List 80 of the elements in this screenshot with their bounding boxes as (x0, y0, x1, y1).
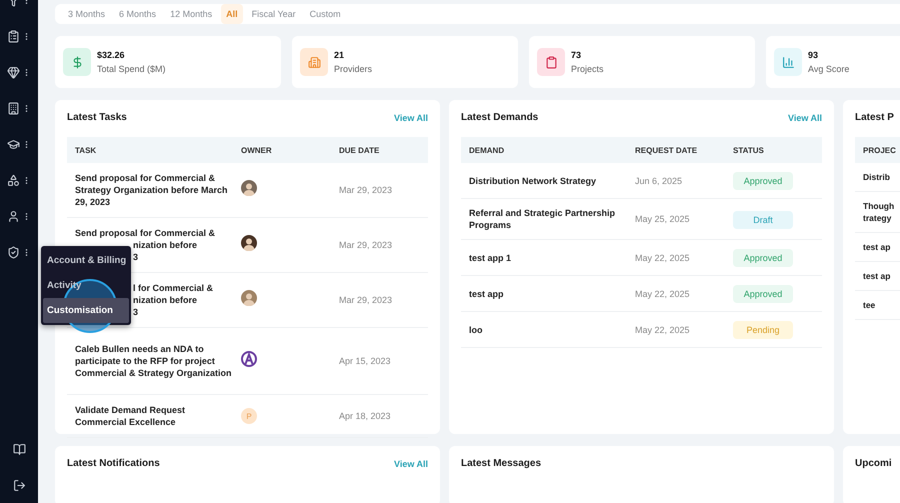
stat-value: $32.26 (97, 50, 126, 60)
request-date: Jun 6, 2025 (635, 176, 684, 186)
panel-title: Latest Messages (461, 458, 542, 469)
due-date: Mar 29, 2023 (339, 240, 394, 250)
logout-icon[interactable] (12, 478, 26, 492)
status-badge: Pending (733, 321, 793, 339)
status-badge: Approved (733, 249, 793, 267)
task-text: l for Commercial & (133, 282, 214, 294)
request-date: May 22, 2025 (635, 252, 691, 262)
building-icon[interactable] (7, 102, 20, 114)
column-header: TASK (75, 146, 98, 154)
task-text: nization before (133, 294, 198, 306)
column-header: PROJEC (863, 146, 897, 154)
column-header: STATUS (733, 146, 765, 154)
period-tab[interactable]: 6 Months (114, 4, 162, 24)
column-header: DUE DATE (339, 146, 380, 154)
project-cell-text: test ap (863, 241, 892, 253)
shield-icon[interactable] (7, 246, 20, 258)
demand-cell-text: test app (469, 288, 505, 300)
request-date: May 22, 2025 (635, 288, 691, 298)
project-cell-text: test ap (863, 270, 892, 282)
period-tab[interactable]: 12 Months (165, 4, 218, 24)
stat-value: 73 (571, 50, 582, 60)
task-cell-text: Send proposal for Commercial & Strategy Organization before March 29, 2023 (75, 172, 229, 208)
user-icon[interactable] (7, 210, 20, 222)
panel-title: Latest Demands (461, 112, 538, 123)
due-date: Mar 29, 2023 (339, 295, 394, 305)
status-badge: Approved (733, 285, 793, 303)
task-text: 3 (133, 306, 138, 318)
project-cell-text: tee (863, 299, 876, 311)
due-date: Apr 15, 2023 (339, 356, 392, 366)
project-cell-text: Though trategy (863, 200, 896, 224)
demand-cell-text: Distribution Network Strategy (469, 174, 598, 186)
task-text: nization before (133, 239, 198, 251)
clipboard-icon (544, 56, 558, 68)
dollar-icon (70, 56, 84, 68)
stat-label: Total Spend ($M) (97, 64, 166, 74)
task-text: 3 (133, 251, 138, 263)
column-header: DEMAND (469, 146, 506, 154)
book-icon[interactable] (12, 442, 26, 456)
stat-label: Avg Score (808, 64, 850, 74)
stat-value: 93 (808, 50, 820, 60)
task-text: Send proposal for Commercial & (75, 227, 216, 239)
stat-label: Projects (571, 64, 604, 74)
column-header: OWNER (241, 146, 273, 154)
stat-label: Providers (334, 64, 372, 74)
task-cell-text: Validate Demand Request Commercial Excellence (75, 404, 186, 428)
period-tab[interactable]: All (221, 4, 243, 24)
menu-item[interactable]: Customisation (43, 298, 129, 323)
panel-title: Latest Notifications (67, 458, 160, 469)
status-badge: Draft (733, 210, 793, 228)
gem-icon[interactable] (7, 66, 20, 78)
panel-title: Latest P (855, 112, 894, 123)
request-date: May 22, 2025 (635, 324, 691, 334)
view-all-link[interactable]: View All (394, 458, 428, 468)
task-cell-text: Caleb Bullen needs an NDA to participate to the RFP for project Commercial & Strategy Organization (75, 343, 233, 379)
menu-item[interactable]: Account & Billing (43, 248, 129, 273)
request-date: May 25, 2025 (635, 214, 691, 224)
bar-chart-icon (782, 56, 794, 68)
period-tab[interactable]: Fiscal Year (246, 4, 301, 24)
view-all-link[interactable]: View All (394, 112, 428, 122)
panel-title: Upcomi (855, 458, 892, 469)
shapes-icon[interactable] (7, 174, 20, 186)
graduation-cap-icon[interactable] (7, 138, 20, 150)
view-all-link[interactable]: View All (788, 112, 822, 122)
due-date: Apr 18, 2023 (339, 411, 392, 421)
clipboard-icon[interactable] (7, 30, 20, 42)
panel-title: Latest Tasks (67, 112, 127, 123)
period-tab[interactable]: 3 Months (63, 4, 110, 24)
demand-cell-text: test app 1 (469, 252, 512, 264)
period-tab[interactable]: Custom (304, 4, 346, 24)
demand-cell-text: Referral and Strategic Partnership Programs (469, 207, 616, 231)
avatar: P (241, 408, 257, 424)
building-icon (308, 56, 320, 68)
project-cell-text: Distrib (863, 171, 891, 183)
status-badge: Approved (733, 172, 793, 190)
stat-value: 21 (334, 50, 346, 60)
column-header: REQUEST DATE (635, 146, 698, 154)
demand-cell-text: loo (469, 324, 484, 336)
due-date: Mar 29, 2023 (339, 185, 394, 195)
